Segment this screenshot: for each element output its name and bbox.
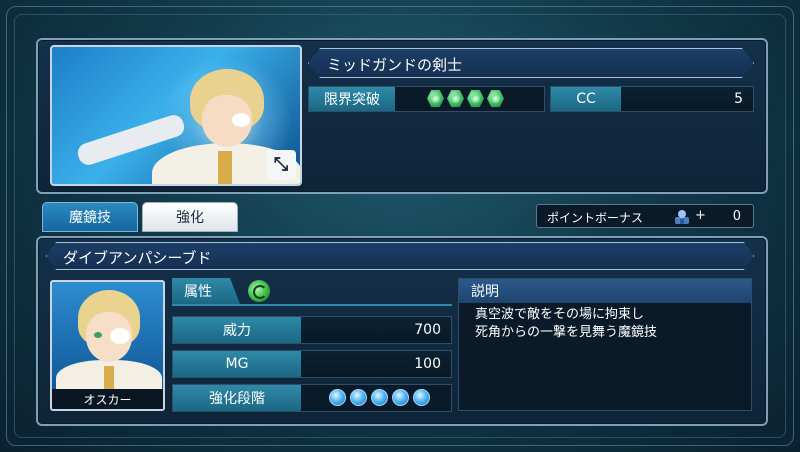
tab-makyogi[interactable]: 魔鏡技 (42, 202, 138, 232)
card-portrait[interactable]: ⤡ (50, 45, 302, 186)
character-card[interactable]: オスカー (50, 280, 165, 411)
limit-break-gem-icon (467, 90, 484, 107)
card-title-banner: ミッドガンドの剣士 (308, 48, 754, 78)
limit-break-gem-icon (427, 90, 444, 107)
enhance-orb-icon (350, 389, 367, 406)
mg-label: MG (173, 351, 301, 377)
cc-row: CC 5 (550, 86, 754, 112)
attribute-label: 属性 (172, 278, 240, 304)
power-label: 威力 (173, 317, 301, 343)
enhance-orb-icon (371, 389, 388, 406)
description-line: 死角からの一撃を見舞う魔鏡技 (475, 325, 658, 340)
portrait-trim (218, 151, 232, 184)
description-line: 真空波で敵をその場に拘束し (475, 307, 645, 322)
limit-break-gem-icon (447, 90, 464, 107)
description-box: 説明 真空波で敵をその場に拘束し 死角からの一撃を見舞う魔鏡技 (458, 278, 752, 411)
enhance-orb-icon (413, 389, 430, 406)
portrait-eyepatch (232, 113, 250, 127)
character-eyepatch (110, 328, 130, 344)
cc-value: 5 (621, 87, 753, 111)
card-title: ミッドガンドの剣士 (327, 56, 463, 74)
power-value: 700 (301, 317, 451, 343)
point-bonus-plus: + (695, 208, 706, 223)
skill-name-banner: ダイブアンパシーブド (46, 242, 754, 270)
point-bonus: ポイントボーナス + 0 (536, 204, 754, 228)
stat-row-power: 威力 700 (172, 316, 452, 344)
stat-row-mg: MG 100 (172, 350, 452, 378)
enhance-orb-icon (392, 389, 409, 406)
tab-kyoka[interactable]: 強化 (142, 202, 238, 232)
wind-element-icon (248, 280, 270, 302)
limit-break-gem-icon (487, 90, 504, 107)
bonus-figure-icon (675, 210, 689, 224)
character-eye (94, 332, 102, 338)
enhance-label: 強化段階 (173, 385, 301, 411)
point-bonus-label: ポイントボーナス (547, 211, 644, 225)
point-bonus-value: 0 (732, 209, 741, 224)
enhance-orb-icon (329, 389, 346, 406)
limit-break-label: 限界突破 (309, 87, 395, 111)
expand-arrows-icon[interactable]: ⤡ (266, 150, 296, 180)
description-text: 真空波で敵をその場に拘束し 死角からの一撃を見舞う魔鏡技 (475, 306, 745, 342)
limit-break-row: 限界突破 (308, 86, 545, 112)
limit-break-gems (427, 90, 504, 107)
cc-label: CC (551, 87, 621, 111)
description-title: 説明 (459, 279, 751, 303)
character-name: オスカー (52, 389, 163, 409)
attribute-divider (172, 304, 452, 306)
skill-name: ダイブアンパシーブド (63, 249, 212, 267)
enhance-orbs (329, 389, 430, 406)
stat-row-enhance: 強化段階 (172, 384, 452, 412)
mg-value: 100 (301, 351, 451, 377)
